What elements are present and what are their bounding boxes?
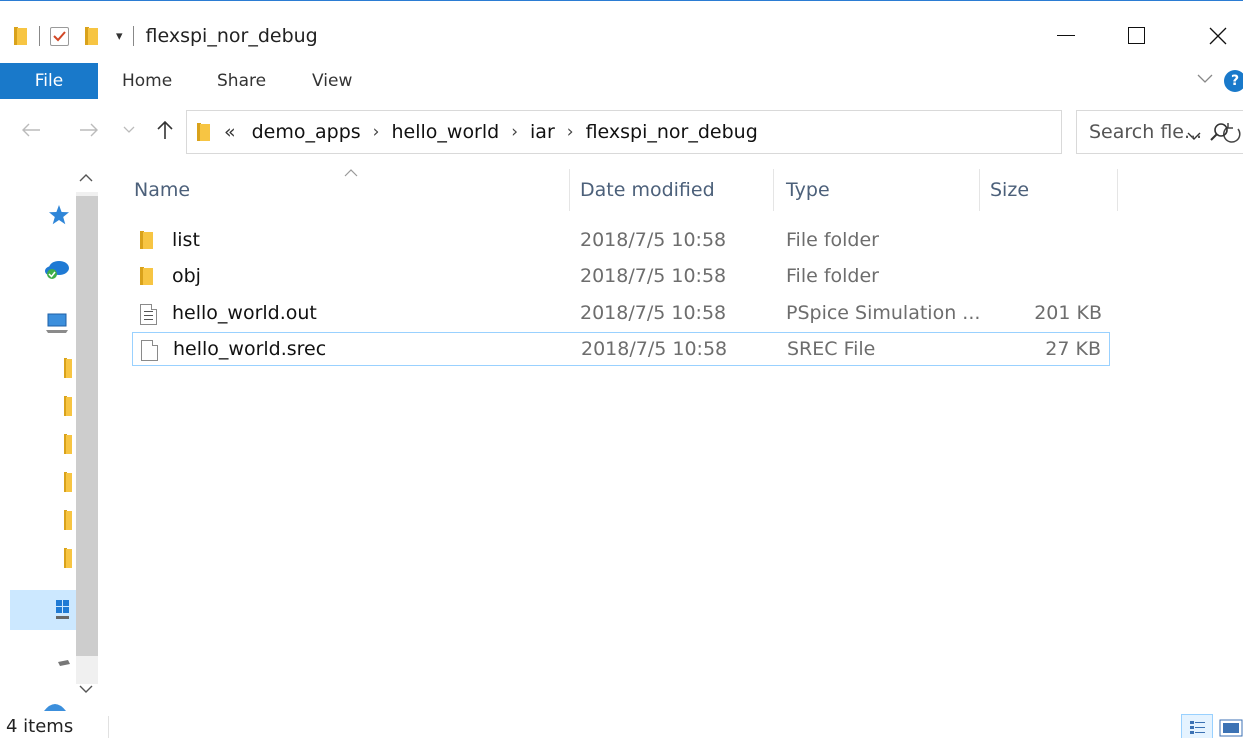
forward-button[interactable] [76,116,102,144]
folder-icon [64,434,72,454]
folder-icon [64,472,72,492]
file-name: hello_world.out [172,302,317,324]
tab-view[interactable]: View [312,63,352,99]
large-icons-view-button[interactable] [1219,717,1243,738]
nav-folder[interactable] [0,466,76,500]
qat-divider [39,26,40,46]
table-row[interactable]: list 2018/7/5 10:58 File folder [132,224,1110,258]
file-date: 2018/7/5 10:58 [581,338,728,360]
breadcrumb-hello-world[interactable]: hello_world [385,121,505,143]
tab-home[interactable]: Home [122,63,172,99]
file-type: PSpice Simulation ... [786,302,981,324]
folder-icon [64,510,72,530]
column-header-date-modified[interactable]: Date modified [570,169,774,211]
table-row[interactable]: hello_world.srec 2018/7/5 10:58 SREC Fil… [132,332,1110,366]
folder-icon [64,358,72,378]
table-row[interactable]: obj 2018/7/5 10:58 File folder [132,260,1110,294]
window-title: flexspi_nor_debug [145,25,318,47]
breadcrumb-separator-icon[interactable]: › [367,122,386,142]
breadcrumb-flexspi-nor-debug[interactable]: flexspi_nor_debug [580,121,764,143]
navigation-pane[interactable] [0,166,98,711]
file-type: SREC File [787,338,876,360]
new-folder-icon[interactable] [85,27,100,45]
column-header-size[interactable]: Size [980,169,1118,211]
file-type: File folder [786,265,879,287]
customize-qat-dropdown-icon[interactable]: ▾ [116,29,123,44]
file-date: 2018/7/5 10:58 [580,265,727,287]
text-file-icon [140,304,157,325]
file-name: list [172,229,200,251]
breadcrumb-separator-icon[interactable]: › [505,122,524,142]
nav-drive[interactable] [0,642,76,676]
file-type: File folder [786,229,879,251]
drive-icon [58,652,70,671]
search-icon[interactable] [1209,122,1229,146]
nav-this-pc[interactable] [0,306,76,340]
folder-icon [64,396,72,416]
properties-check-icon[interactable] [50,26,69,46]
folder-icon [64,548,72,568]
breadcrumb-separator-icon[interactable]: › [561,122,580,142]
breadcrumb-overflow[interactable]: « [224,121,236,143]
close-button[interactable] [1194,19,1242,53]
maximize-button[interactable] [1113,19,1161,53]
help-icon[interactable]: ? [1224,70,1243,92]
minimize-button[interactable] [1042,19,1090,53]
recent-locations-chevron-icon[interactable] [116,116,142,144]
column-header-name[interactable]: Name [134,169,570,211]
folder-icon [14,27,29,45]
folder-icon [140,231,155,254]
nav-local-disk[interactable] [10,590,76,630]
nav-scrollbar-thumb[interactable] [76,196,98,656]
file-size: 27 KB [1045,338,1101,360]
file-list[interactable]: Name Date modified Type Size list 2018/7… [98,162,1243,707]
file-date: 2018/7/5 10:58 [580,302,727,324]
tab-file[interactable]: File [0,63,98,99]
nav-folder[interactable] [0,542,76,576]
quick-access-toolbar: ▾ flexspi_nor_debug [14,21,318,51]
status-divider [108,716,109,738]
nav-folder[interactable] [0,352,76,386]
expand-ribbon-chevron-icon[interactable] [1197,72,1213,88]
address-bar[interactable]: « demo_apps › hello_world › iar › flexsp… [186,110,1241,154]
column-header-type[interactable]: Type [774,169,980,211]
nav-folder[interactable] [0,428,76,462]
scroll-down-arrow-icon[interactable] [79,682,93,698]
windows-drive-icon [56,600,70,624]
scroll-up-arrow-icon[interactable] [79,170,93,186]
folder-icon [197,123,212,141]
status-bar: 4 items [0,710,1243,738]
address-row: « demo_apps › hello_world › iar › flexsp… [0,106,1243,154]
item-count: 4 items [6,716,74,737]
file-name: hello_world.srec [173,338,327,360]
search-input[interactable] [1089,121,1209,143]
nav-quick-access[interactable] [0,198,76,232]
folder-icon [140,267,155,290]
ribbon-tabs: File Home Share View ? [0,63,1243,99]
title-bar: ▾ flexspi_nor_debug [0,0,1243,62]
onedrive-cloud-icon [44,258,70,284]
file-name: obj [172,265,201,287]
details-view-button[interactable] [1181,714,1213,738]
search-box[interactable] [1076,110,1243,154]
blank-file-icon [141,340,158,361]
tab-share[interactable]: Share [217,63,266,99]
nav-onedrive[interactable] [0,252,76,286]
qat-divider [132,26,134,46]
nav-folder[interactable] [0,390,76,424]
computer-icon [46,312,70,338]
breadcrumb-iar[interactable]: iar [524,121,561,143]
nav-folder[interactable] [0,504,76,538]
table-row[interactable]: hello_world.out 2018/7/5 10:58 PSpice Si… [132,297,1110,331]
up-button[interactable] [152,116,178,144]
star-icon [48,204,70,230]
breadcrumb-demo-apps[interactable]: demo_apps [246,121,367,143]
file-date: 2018/7/5 10:58 [580,229,727,251]
back-button[interactable] [18,116,44,144]
file-size: 201 KB [1034,302,1102,324]
